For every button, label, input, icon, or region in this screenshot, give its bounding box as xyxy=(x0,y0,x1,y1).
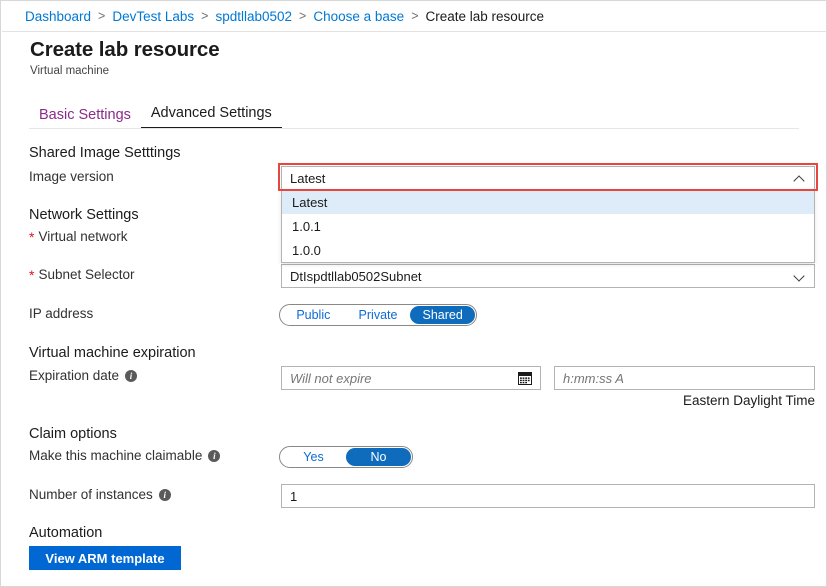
breadcrumb-separator: > xyxy=(411,9,419,23)
subnet-selector-dropdown[interactable]: DtIspdtllab0502Subnet xyxy=(281,264,815,288)
tab-basic-settings[interactable]: Basic Settings xyxy=(29,107,141,129)
claimable-option-yes[interactable]: Yes xyxy=(281,448,346,466)
chevron-down-icon xyxy=(794,270,806,282)
breadcrumb-separator: > xyxy=(299,9,307,23)
image-version-option-latest[interactable]: Latest xyxy=(282,190,814,214)
label-virtual-network-text: Virtual network xyxy=(38,229,128,244)
label-expiration-date: Expiration date i xyxy=(29,368,138,383)
tab-list: Basic Settings Advanced Settings xyxy=(29,101,282,129)
breadcrumb: Dashboard > DevTest Labs > spdtllab0502 … xyxy=(1,1,826,31)
label-make-machine-claimable-text: Make this machine claimable xyxy=(29,448,203,463)
image-version-option-1-0-1[interactable]: 1.0.1 xyxy=(282,214,814,238)
label-ip-address: IP address xyxy=(29,306,93,321)
ip-address-option-shared[interactable]: Shared xyxy=(410,306,476,324)
info-icon[interactable]: i xyxy=(158,488,171,501)
number-of-instances-input[interactable]: 1 xyxy=(281,484,815,508)
image-version-value: Latest xyxy=(290,170,326,186)
label-image-version: Image version xyxy=(29,169,114,184)
breadcrumb-item-create-lab-resource: Create lab resource xyxy=(425,8,545,24)
section-heading-automation: Automation xyxy=(29,525,103,541)
label-image-version-text: Image version xyxy=(29,169,114,184)
section-heading-network-settings: Network Settings xyxy=(29,207,139,223)
ip-address-option-public[interactable]: Public xyxy=(281,306,346,324)
ip-address-option-private[interactable]: Private xyxy=(346,306,411,324)
claimable-option-no[interactable]: No xyxy=(346,448,411,466)
label-subnet-selector-text: Subnet Selector xyxy=(38,267,135,282)
claimable-toggle: Yes No xyxy=(279,446,413,468)
breadcrumb-item-dashboard[interactable]: Dashboard xyxy=(25,9,91,24)
label-subnet-selector: * Subnet Selector xyxy=(29,267,135,282)
image-version-option-1-0-0[interactable]: 1.0.0 xyxy=(282,238,814,262)
image-version-option-list: Latest 1.0.1 1.0.0 xyxy=(281,190,815,263)
view-arm-template-button[interactable]: View ARM template xyxy=(29,546,181,570)
tabs-divider xyxy=(29,128,799,129)
info-icon[interactable]: i xyxy=(125,369,138,382)
tab-advanced-settings[interactable]: Advanced Settings xyxy=(140,105,282,129)
page-subtitle: Virtual machine xyxy=(30,65,110,77)
chevron-up-icon xyxy=(794,172,806,184)
breadcrumb-separator: > xyxy=(201,9,209,23)
required-asterisk: * xyxy=(29,266,35,283)
label-number-of-instances-text: Number of instances xyxy=(29,487,153,502)
label-number-of-instances: Number of instances i xyxy=(29,487,171,502)
ip-address-toggle: Public Private Shared xyxy=(279,304,477,326)
breadcrumb-item-choose-a-base[interactable]: Choose a base xyxy=(313,9,404,24)
breadcrumb-item-devtest-labs[interactable]: DevTest Labs xyxy=(112,9,194,24)
expiration-date-placeholder: Will not expire xyxy=(290,370,372,386)
section-heading-shared-image-settings: Shared Image Setttings xyxy=(29,145,181,161)
label-virtual-network: * Virtual network xyxy=(29,229,128,244)
required-asterisk: * xyxy=(29,228,35,245)
number-of-instances-value: 1 xyxy=(290,488,298,504)
label-ip-address-text: IP address xyxy=(29,306,94,321)
calendar-icon[interactable] xyxy=(518,371,532,385)
subnet-selector-value: DtIspdtllab0502Subnet xyxy=(290,268,422,284)
breadcrumb-item-spdtllab0502[interactable]: spdtllab0502 xyxy=(215,9,292,24)
section-heading-vm-expiration: Virtual machine expiration xyxy=(29,345,196,361)
page-header: Create lab resource Virtual machine xyxy=(2,31,826,79)
breadcrumb-separator: > xyxy=(98,9,106,23)
info-icon[interactable]: i xyxy=(208,449,221,462)
expiration-time-input[interactable]: h:mm:ss A xyxy=(554,366,815,390)
create-lab-resource-page: Dashboard > DevTest Labs > spdtllab0502 … xyxy=(0,0,827,587)
image-version-dropdown[interactable]: Latest xyxy=(281,166,815,190)
page-title: Create lab resource xyxy=(30,38,220,61)
section-heading-claim-options: Claim options xyxy=(29,426,117,442)
timezone-note: Eastern Daylight Time xyxy=(682,393,815,408)
label-make-machine-claimable: Make this machine claimable i xyxy=(29,448,221,463)
expiration-time-placeholder: h:mm:ss A xyxy=(563,370,624,386)
label-expiration-date-text: Expiration date xyxy=(29,368,120,383)
expiration-date-input[interactable]: Will not expire xyxy=(281,366,541,390)
